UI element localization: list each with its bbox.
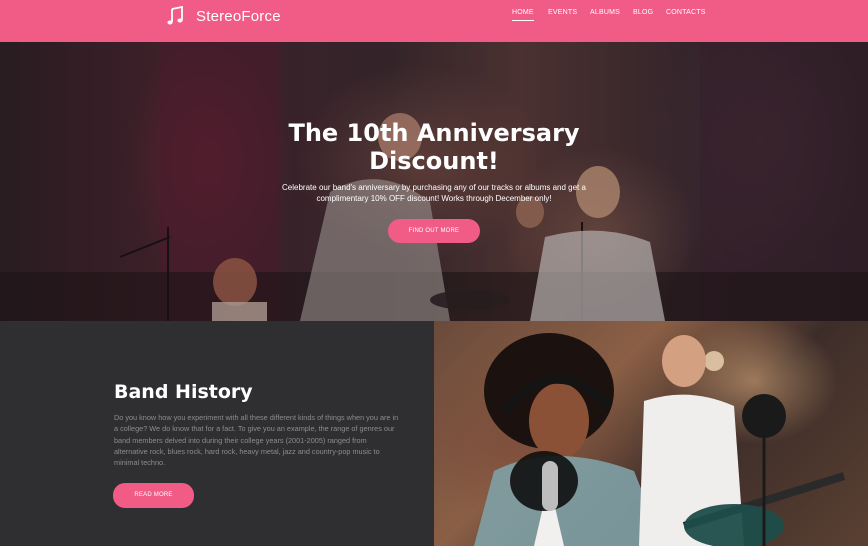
- singers-photo-illustration: [474, 333, 846, 546]
- site-header: StereoForce HOME EVENTS ALBUMS BLOG CONT…: [0, 0, 868, 42]
- band-history-title: Band History: [114, 381, 253, 403]
- band-history-section: Band History Do you know how you experim…: [0, 321, 434, 546]
- find-out-more-button[interactable]: FIND OUT MORE: [388, 219, 480, 243]
- nav-events[interactable]: EVENTS: [548, 9, 577, 16]
- band-history-text: Do you know how you experiment with all …: [114, 413, 399, 468]
- main-nav: HOME EVENTS ALBUMS BLOG CONTACTS: [0, 9, 868, 33]
- nav-albums[interactable]: ALBUMS: [590, 9, 620, 16]
- hero-description-line-2: complimentary 10% OFF discount! Works th…: [316, 194, 552, 203]
- nav-blog[interactable]: BLOG: [633, 9, 653, 16]
- hero-description-line-1: Celebrate our band's anniversary by purc…: [282, 183, 586, 192]
- nav-home[interactable]: HOME: [512, 9, 534, 21]
- hero-title-line-1: The 10th Anniversary: [288, 119, 580, 147]
- band-photo: [434, 321, 868, 546]
- hero-description: Celebrate our band's anniversary by purc…: [270, 182, 598, 204]
- hero-title: The 10th Anniversary Discount!: [234, 119, 634, 175]
- hero-title-line-2: Discount!: [369, 147, 499, 175]
- read-more-button[interactable]: READ MORE: [113, 483, 194, 508]
- nav-contacts[interactable]: CONTACTS: [666, 9, 706, 16]
- hero-banner: The 10th Anniversary Discount! Celebrate…: [0, 42, 868, 321]
